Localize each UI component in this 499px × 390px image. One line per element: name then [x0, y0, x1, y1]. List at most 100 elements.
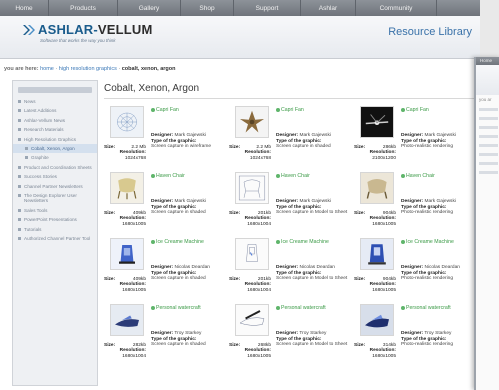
sidebar-item[interactable]: Tutorials: [13, 225, 97, 234]
breadcrumb-home-link[interactable]: home: [40, 66, 54, 72]
bullet-icon: [18, 109, 21, 113]
product-details: Designer: Mark Gajewski Type of the graph…: [151, 133, 225, 150]
product-card: Haven Chair Size: 904kb Resolution: 1680x100…: [354, 170, 478, 238]
product-link[interactable]: Ice Creame Machine: [151, 239, 204, 245]
product-link[interactable]: Capri Fan: [151, 107, 179, 113]
sidebar-item[interactable]: High Resolution Graphics: [13, 135, 97, 144]
product-link[interactable]: Ice Creame Machine: [276, 239, 329, 245]
file-info: Size: 904kb Resolution: 1680x1005: [354, 211, 396, 227]
product-details: Designer: Mark Gajewski Type of the graph…: [151, 199, 225, 216]
sidebar-item[interactable]: Cobalt, Xenon, Argon: [13, 144, 97, 154]
product-link[interactable]: Capri Fan: [401, 107, 429, 113]
breadcrumb-prefix: you are here:: [4, 66, 39, 72]
product-details: Designer: Troy Starkey Type of the graphi…: [276, 331, 350, 348]
product-details: Designer: Nicolas Deardan Type of the gra…: [401, 265, 475, 282]
overlay-breadcrumb: you ar: [479, 97, 492, 102]
product-link[interactable]: Capri Fan: [276, 107, 304, 113]
size-label: Size:: [354, 211, 366, 216]
ashlar-vellum-logo[interactable]: ASHLAR-VELLUM Software that works the wa…: [22, 22, 153, 43]
chair-sheet-thumbnail[interactable]: [235, 172, 269, 204]
nav-shop[interactable]: Shop: [181, 0, 234, 16]
fan-shaded-thumbnail[interactable]: [235, 106, 269, 138]
sidebar-item[interactable]: The Design Explorer User Newsletters: [13, 191, 97, 206]
sidebar-item[interactable]: Sales Tools: [13, 206, 97, 215]
nav-products[interactable]: Products: [49, 0, 118, 16]
overlay-placeholder-line: [479, 117, 498, 120]
icecream-render-thumbnail[interactable]: [360, 238, 394, 270]
watercraft-shaded-thumbnail[interactable]: [110, 304, 144, 336]
breadcrumb: you are here: home · high resolution gra…: [4, 66, 176, 72]
type-label: Type of the graphic:: [401, 138, 447, 144]
bullet-icon: [18, 165, 21, 169]
sidebar-item-label: Channel Partner Newsletters: [24, 183, 83, 189]
product-details: Designer: Troy Starkey Type of the graphi…: [401, 331, 475, 348]
fan-wireframe-thumbnail[interactable]: [110, 106, 144, 138]
product-card: Capri Fan Size: 2.2 Mb Resolution: 1024x768 D…: [229, 104, 353, 172]
type-label: Type of the graphic:: [401, 270, 447, 276]
sidebar-item[interactable]: Latest Additions: [13, 106, 97, 115]
sidebar-item-label: PowerPoint Presentations: [24, 217, 77, 223]
file-info: Size: 904kb Resolution: 1680x1005: [354, 277, 396, 293]
bullet-icon: [18, 218, 21, 222]
nav-gallery[interactable]: Gallery: [118, 0, 181, 16]
product-card: Personal watercraft Size: 314kb Resolution:…: [354, 302, 478, 370]
watercraft-sheet-thumbnail[interactable]: [235, 304, 269, 336]
product-link[interactable]: Ice Creame Machine: [401, 239, 454, 245]
fan-render-thumbnail[interactable]: [360, 106, 394, 138]
overlapping-window[interactable]: Home you ar: [474, 57, 499, 390]
graphic-type: Photo-realistic rendering: [401, 342, 453, 348]
bullet-icon: [18, 184, 21, 188]
product-link[interactable]: Personal watercraft: [401, 305, 451, 311]
product-card: Ice Creame Machine Size: 904kb Resolution: 1…: [354, 236, 478, 304]
product-link[interactable]: Haven Chair: [151, 173, 185, 179]
designer-name: Troy Starkey: [299, 331, 327, 336]
arrow-bullet-icon: [276, 305, 280, 310]
sidebar-item[interactable]: Channel Partner Newsletters: [13, 182, 97, 191]
chair-render-thumbnail[interactable]: [360, 172, 394, 204]
sidebar-item[interactable]: Research Materials: [13, 125, 97, 134]
breadcrumb-graphics-link[interactable]: high resolution graphics: [59, 66, 117, 72]
logo-mark-icon: [23, 25, 35, 35]
bullet-icon: [18, 128, 21, 132]
arrow-bullet-icon: [151, 173, 155, 178]
overlay-placeholder-line: [479, 171, 498, 174]
arrow-bullet-icon: [151, 305, 155, 310]
designer-label: Designer:: [276, 331, 299, 336]
resolution-label: Resolution:: [119, 348, 146, 354]
graphic-type: Screen capture in Model to Sheet: [276, 276, 348, 282]
resolution-label: Resolution:: [244, 150, 271, 156]
product-name: Personal watercraft: [406, 305, 451, 311]
sidebar-item[interactable]: Ashlar-Vellum News: [13, 116, 97, 125]
sidebar-search-field[interactable]: [18, 87, 92, 93]
sidebar-item[interactable]: Graphite: [13, 153, 97, 162]
product-link[interactable]: Haven Chair: [401, 173, 435, 179]
product-name: Personal watercraft: [281, 305, 326, 311]
sidebar-item[interactable]: Success Stories: [13, 172, 97, 181]
file-info: Size: 268kb Resolution: 1680x1005: [229, 343, 271, 359]
product-link[interactable]: Personal watercraft: [276, 305, 326, 311]
product-link[interactable]: Haven Chair: [276, 173, 310, 179]
nav-ashlar[interactable]: Ashlar: [301, 0, 356, 16]
arrow-bullet-icon: [276, 173, 280, 178]
icecream-sheet-thumbnail[interactable]: [235, 238, 269, 270]
nav-home[interactable]: Home: [0, 0, 49, 16]
sidebar-item[interactable]: PowerPoint Presentations: [13, 215, 97, 224]
sidebar-item[interactable]: Authorized Channel Partner Tool: [13, 234, 97, 243]
watercraft-render-thumbnail[interactable]: [360, 304, 394, 336]
sidebar-item[interactable]: Product and Coordination Sheets: [13, 163, 97, 172]
resolution-value: 2100x1200: [372, 155, 396, 161]
chair-shaded-thumbnail[interactable]: [110, 172, 144, 204]
nav-support[interactable]: Support: [234, 0, 301, 16]
resolution-value: 1680x1004: [122, 353, 146, 359]
nav-community[interactable]: Community: [356, 0, 437, 16]
file-info: Size: 314kb Resolution: 1680x1005: [354, 343, 396, 359]
arrow-bullet-icon: [276, 239, 280, 244]
graphic-type: Screen capture in shaded: [151, 210, 206, 216]
icecream-shaded-thumbnail[interactable]: [110, 238, 144, 270]
product-details: Designer: Nicolas Deardan Type of the gra…: [276, 265, 350, 282]
product-card: Capri Fan Size: 2.2 Mb Resolution: 1024x768 D…: [104, 104, 228, 172]
sidebar-item[interactable]: News: [13, 97, 97, 106]
product-card: Ice Creame Machine Size: 201kb Resolution: 1…: [229, 236, 353, 304]
product-card: Personal watercraft Size: 282kb Resolution:…: [104, 302, 228, 370]
product-link[interactable]: Personal watercraft: [151, 305, 201, 311]
